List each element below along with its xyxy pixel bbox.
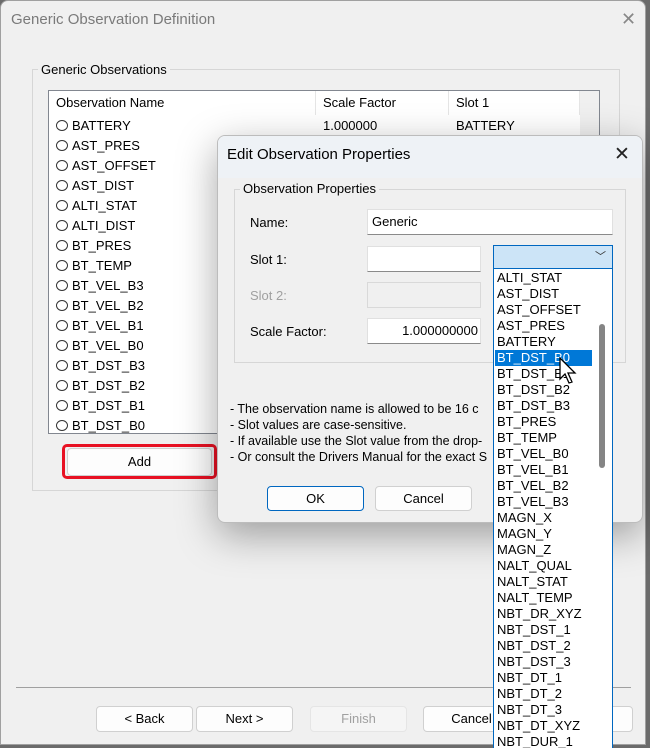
observation-name: BT_DST_B0	[72, 418, 145, 433]
finish-button[interactable]: Finish	[310, 706, 407, 732]
dropdown-option[interactable]: NBT_DUR_1	[495, 734, 592, 748]
observation-icon	[56, 420, 68, 431]
dropdown-option[interactable]: NBT_DST_2	[495, 638, 592, 654]
close-icon[interactable]: ✕	[621, 10, 636, 28]
mouse-cursor-icon	[559, 357, 577, 384]
observation-name: ALTI_STAT	[72, 198, 138, 213]
name-input[interactable]: Generic	[367, 209, 613, 235]
dropdown-option[interactable]: NBT_DT_XYZ	[495, 718, 592, 734]
observation-name: BT_VEL_B3	[72, 278, 144, 293]
ok-button[interactable]: OK	[267, 486, 364, 511]
observation-icon	[56, 320, 68, 331]
dropdown-option[interactable]: BATTERY	[495, 334, 592, 350]
dropdown-option[interactable]: BT_DST_B3	[495, 398, 592, 414]
observation-name: BT_VEL_B2	[72, 298, 144, 313]
dropdown-option[interactable]: NBT_DT_3	[495, 702, 592, 718]
column-header-scale[interactable]: Scale Factor	[316, 91, 449, 115]
name-label: Name:	[250, 215, 289, 230]
dropdown-option[interactable]: MAGN_X	[495, 510, 592, 526]
dropdown-option[interactable]: AST_OFFSET	[495, 302, 592, 318]
table-row[interactable]: BATTERY 1.000000 BATTERY	[49, 116, 579, 136]
observation-icon	[56, 300, 68, 311]
note-line: - If available use the Slot value from t…	[230, 434, 483, 448]
next-button[interactable]: Next >	[196, 706, 293, 732]
dropdown-option[interactable]: NALT_STAT	[495, 574, 592, 590]
observation-icon	[56, 380, 68, 391]
slot1-dropdown-list[interactable]: ALTI_STAT AST_DIST AST_OFFSET AST_PRES BATTE…	[493, 268, 613, 748]
note-line: - The observation name is allowed to be …	[230, 402, 479, 416]
dropdown-option[interactable]: AST_DIST	[495, 286, 592, 302]
dialog-cancel-button[interactable]: Cancel	[375, 486, 472, 511]
observation-icon	[56, 140, 68, 151]
dropdown-option[interactable]: BT_VEL_B0	[495, 446, 592, 462]
observation-icon	[56, 340, 68, 351]
observation-icon	[56, 240, 68, 251]
observation-icon	[56, 360, 68, 371]
dropdown-option[interactable]: BT_VEL_B2	[495, 478, 592, 494]
slot1-dropdown[interactable]: ﹀	[493, 245, 613, 269]
observation-name: BT_VEL_B0	[72, 338, 144, 353]
dropdown-option[interactable]: MAGN_Y	[495, 526, 592, 542]
observation-name: BT_DST_B1	[72, 398, 145, 413]
observation-icon	[56, 120, 68, 131]
slot1-cell: BATTERY	[456, 118, 515, 133]
note-line: - Or consult the Drivers Manual for the …	[230, 450, 488, 464]
dropdown-option[interactable]: NBT_DST_1	[495, 622, 592, 638]
dropdown-option[interactable]: NALT_QUAL	[495, 558, 592, 574]
add-button[interactable]: Add	[67, 448, 212, 476]
dropdown-option[interactable]: BT_TEMP	[495, 430, 592, 446]
observation-name: BATTERY	[72, 118, 131, 133]
window-title: Generic Observation Definition	[11, 11, 216, 28]
observation-icon	[56, 160, 68, 171]
column-header-name[interactable]: Observation Name	[49, 91, 316, 115]
scale-factor-input[interactable]: 1.000000000	[367, 318, 481, 344]
dropdown-option[interactable]: BT_VEL_B1	[495, 462, 592, 478]
dropdown-option[interactable]: NBT_DR_XYZ	[495, 606, 592, 622]
dropdown-option[interactable]: NBT_DT_1	[495, 670, 592, 686]
observation-icon	[56, 280, 68, 291]
back-button[interactable]: < Back	[96, 706, 193, 732]
scale-factor-label: Scale Factor:	[250, 324, 327, 339]
column-header-slot1[interactable]: Slot 1	[449, 91, 580, 115]
observation-name: AST_PRES	[72, 138, 140, 153]
group-label: Observation Properties	[240, 181, 379, 196]
dialog-title: Edit Observation Properties	[218, 136, 642, 178]
dropdown-option[interactable]: NBT_DST_3	[495, 654, 592, 670]
observation-icon	[56, 180, 68, 191]
observation-icon	[56, 200, 68, 211]
dropdown-option[interactable]: BT_PRES	[495, 414, 592, 430]
observation-name: BT_DST_B2	[72, 378, 145, 393]
slot1-input[interactable]	[367, 246, 481, 272]
dropdown-option[interactable]: BT_VEL_B3	[495, 494, 592, 510]
group-label: Generic Observations	[38, 62, 170, 77]
observation-icon	[56, 260, 68, 271]
scale-factor-cell: 1.000000	[323, 118, 378, 133]
observation-name: BT_DST_B3	[72, 358, 145, 373]
observation-name: ALTI_DIST	[72, 218, 136, 233]
dropdown-scrollbar-thumb[interactable]	[599, 324, 605, 468]
chevron-down-icon: ﹀	[595, 251, 606, 263]
observation-name: BT_TEMP	[72, 258, 132, 273]
dialog-close-icon[interactable]: ✕	[614, 145, 630, 164]
dropdown-option[interactable]: NALT_TEMP	[495, 590, 592, 606]
dropdown-option[interactable]: ALTI_STAT	[495, 270, 592, 286]
observation-name: AST_DIST	[72, 178, 135, 193]
slot2-label: Slot 2:	[250, 288, 287, 303]
observation-name: AST_OFFSET	[72, 158, 156, 173]
note-line: - Slot values are case-sensitive.	[230, 418, 407, 432]
observation-name: BT_PRES	[72, 238, 132, 253]
dropdown-option[interactable]: AST_PRES	[495, 318, 592, 334]
dropdown-option[interactable]: MAGN_Z	[495, 542, 592, 558]
observation-name: BT_VEL_B1	[72, 318, 144, 333]
slot1-label: Slot 1:	[250, 252, 287, 267]
slot2-input	[367, 282, 481, 308]
observation-icon	[56, 220, 68, 231]
dropdown-option[interactable]: NBT_DT_2	[495, 686, 592, 702]
observation-icon	[56, 400, 68, 411]
